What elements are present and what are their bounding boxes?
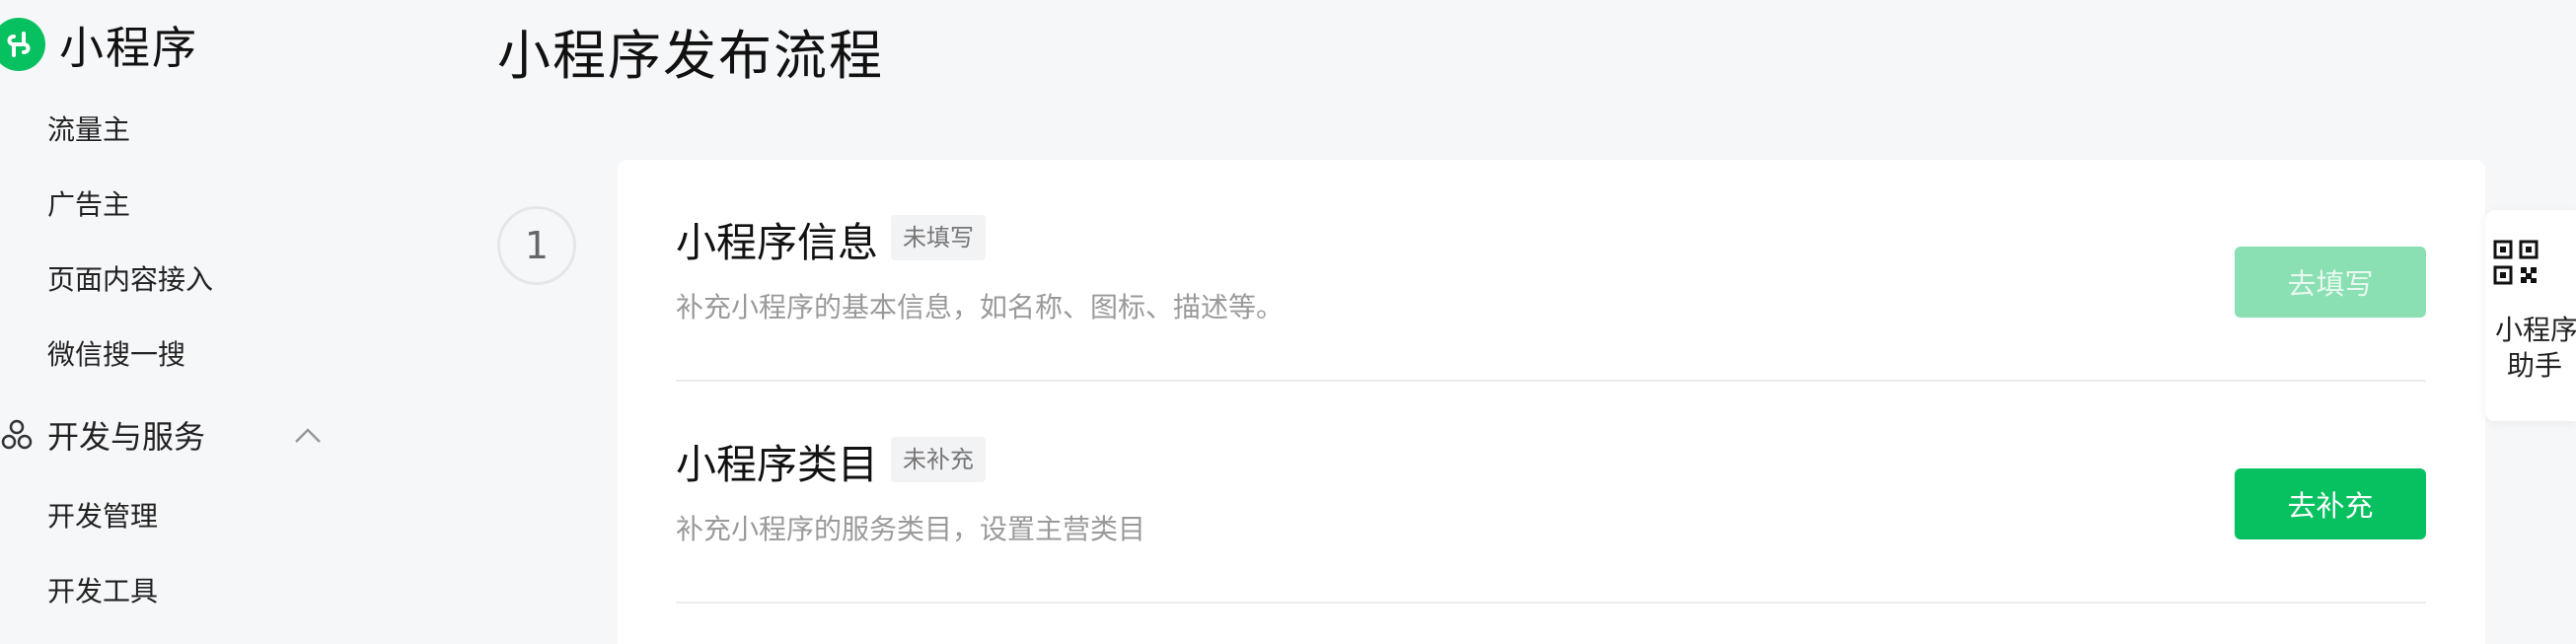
miniprogram-assistant-panel[interactable]: 小程序 助手 — [2485, 210, 2576, 421]
add-category-button[interactable]: 去补充 — [2235, 468, 2426, 539]
miniprogram-logo-icon — [0, 17, 45, 71]
sidebar-group-label: 开发与服务 — [47, 418, 206, 456]
page: 小程序 流量主 广告主 页面内容接入 微信搜一搜 开发与服务 开发管理 开发工具 — [0, 0, 2576, 644]
step-description: 补充小程序的服务类目，设置主营类目 — [676, 513, 1146, 545]
page-title: 小程序发布流程 — [497, 25, 884, 87]
sidebar-item-page-content[interactable]: 页面内容接入 — [47, 258, 213, 298]
status-badge: 未填写 — [891, 215, 986, 260]
hexagon-cluster-icon — [0, 418, 34, 452]
sidebar-item-traffic-owner[interactable]: 流量主 — [47, 108, 130, 148]
step-number-badge: 1 — [497, 206, 576, 285]
fill-info-button[interactable]: 去填写 — [2235, 247, 2426, 318]
step-description: 补充小程序的基本信息，如名称、图标、描述等。 — [676, 291, 1285, 323]
sidebar-item-dev-tools[interactable]: 开发工具 — [47, 570, 158, 609]
sidebar-group-dev-services[interactable]: 开发与服务 — [0, 412, 335, 458]
brand[interactable]: 小程序 — [0, 12, 198, 76]
sidebar-item-dev-management[interactable]: 开发管理 — [47, 495, 158, 535]
chevron-up-icon[interactable] — [294, 416, 322, 443]
step-row-category: 小程序类目 未补充 补充小程序的服务类目，设置主营类目 去补充 — [676, 382, 2426, 604]
status-badge: 未补充 — [891, 437, 986, 482]
step-title: 小程序信息 — [676, 219, 878, 266]
publish-steps-card: 小程序信息 未填写 补充小程序的基本信息，如名称、图标、描述等。 去填写 小程序… — [618, 160, 2485, 644]
assistant-label-line1: 小程序 — [2495, 314, 2576, 346]
sidebar-item-wechat-search[interactable]: 微信搜一搜 — [47, 333, 185, 373]
brand-title: 小程序 — [59, 22, 199, 74]
step-title: 小程序类目 — [676, 441, 878, 488]
qr-code-icon — [2493, 240, 2539, 285]
assistant-label: 小程序 助手 — [2495, 313, 2576, 384]
divider — [676, 602, 2426, 604]
step-row-info: 小程序信息 未填写 补充小程序的基本信息，如名称、图标、描述等。 去填写 — [676, 160, 2426, 382]
assistant-label-line2: 助手 — [2507, 349, 2563, 382]
sidebar: 小程序 流量主 广告主 页面内容接入 微信搜一搜 开发与服务 开发管理 开发工具 — [0, 0, 424, 644]
sidebar-item-advertiser[interactable]: 广告主 — [47, 183, 130, 223]
